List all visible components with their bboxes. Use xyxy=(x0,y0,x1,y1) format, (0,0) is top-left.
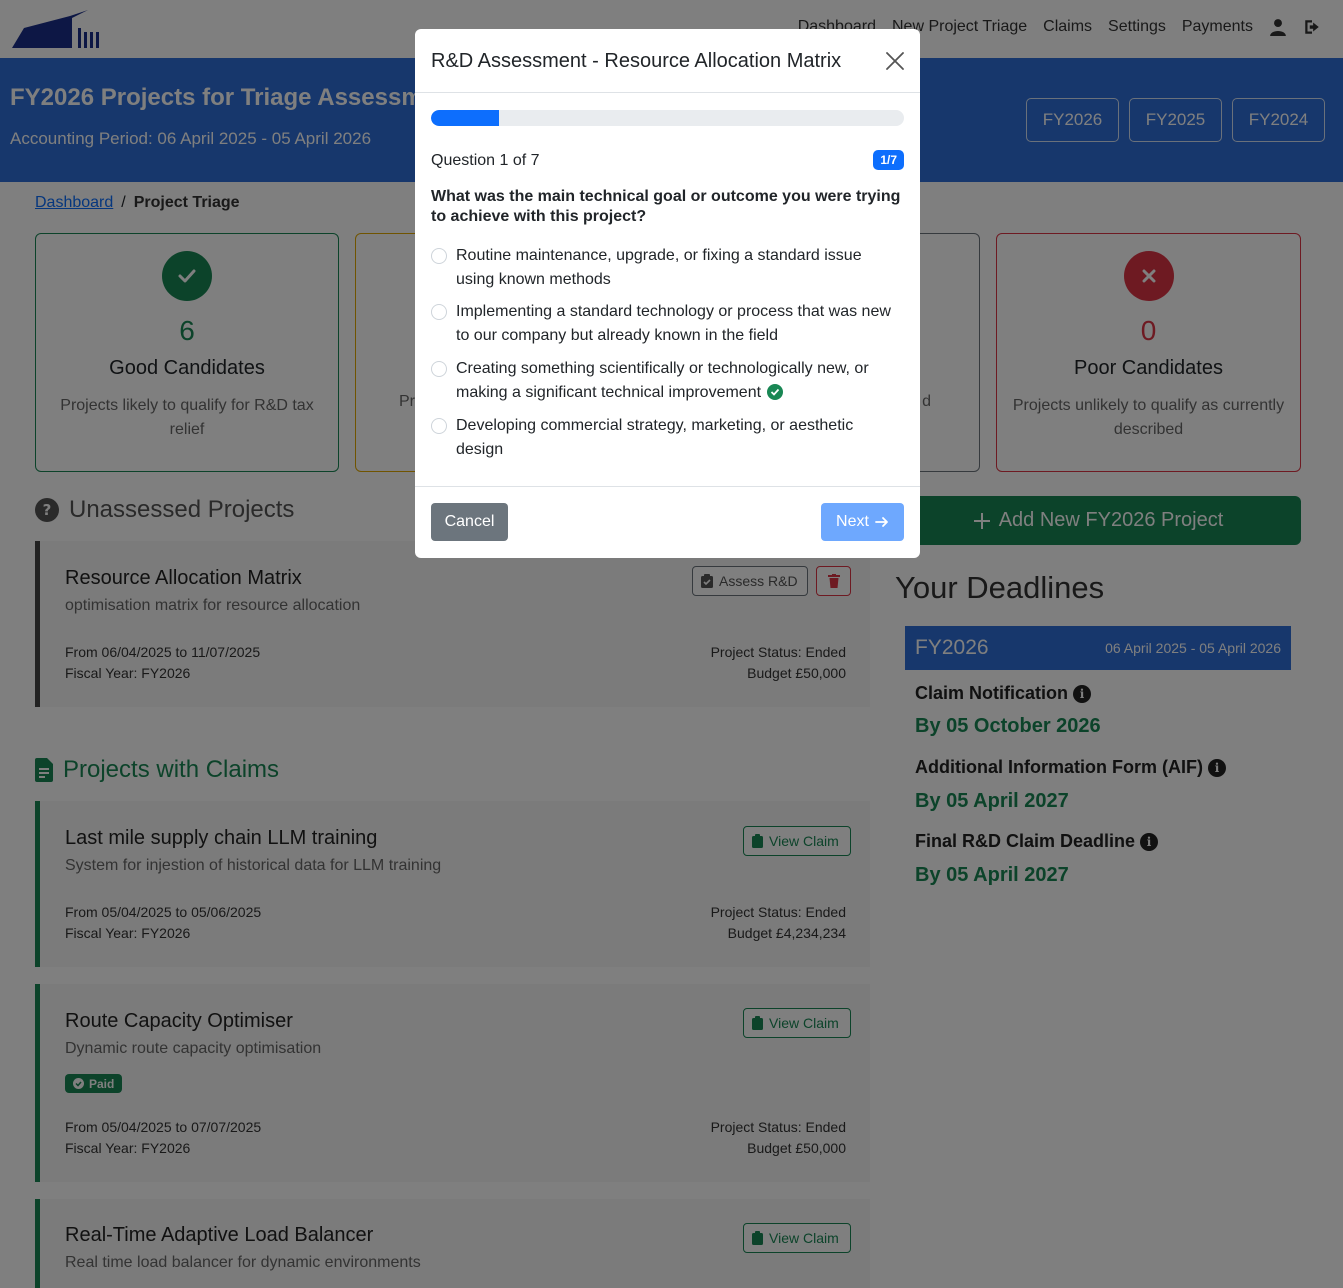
cancel-button[interactable]: Cancel xyxy=(431,503,508,541)
modal-header: R&D Assessment - Resource Allocation Mat… xyxy=(415,29,920,93)
radio-button[interactable] xyxy=(431,248,447,264)
check-circle-icon xyxy=(767,384,784,400)
arrow-right-icon xyxy=(875,517,888,527)
answer-option-label: Developing commercial strategy, marketin… xyxy=(456,417,854,458)
assessment-modal: R&D Assessment - Resource Allocation Mat… xyxy=(415,29,920,558)
answer-option[interactable]: Routine maintenance, upgrade, or fixing … xyxy=(431,244,901,292)
close-icon[interactable] xyxy=(884,50,906,72)
modal-title: R&D Assessment - Resource Allocation Mat… xyxy=(431,50,842,72)
answer-option-text: Creating something scientifically or tec… xyxy=(456,357,901,405)
answer-option-label: Creating something scientifically or tec… xyxy=(456,360,869,401)
progress-bar xyxy=(431,110,904,126)
next-button[interactable]: Next xyxy=(821,503,904,541)
answer-option[interactable]: Creating something scientifically or tec… xyxy=(431,357,901,405)
modal-footer: Cancel Next xyxy=(415,486,920,558)
radio-button[interactable] xyxy=(431,304,447,320)
question-counter: Question 1 of 7 xyxy=(431,152,540,169)
radio-button[interactable] xyxy=(431,361,447,377)
answer-option-label: Routine maintenance, upgrade, or fixing … xyxy=(456,247,862,288)
answer-option[interactable]: Implementing a standard technology or pr… xyxy=(431,300,901,348)
radio-button[interactable] xyxy=(431,418,447,434)
answer-option[interactable]: Developing commercial strategy, marketin… xyxy=(431,414,901,462)
answer-option-label: Implementing a standard technology or pr… xyxy=(456,303,891,344)
question-text: What was the main technical goal or outc… xyxy=(431,188,901,225)
next-label: Next xyxy=(836,513,869,530)
progress-fill xyxy=(431,110,499,126)
question-badge: 1/7 xyxy=(873,150,904,170)
